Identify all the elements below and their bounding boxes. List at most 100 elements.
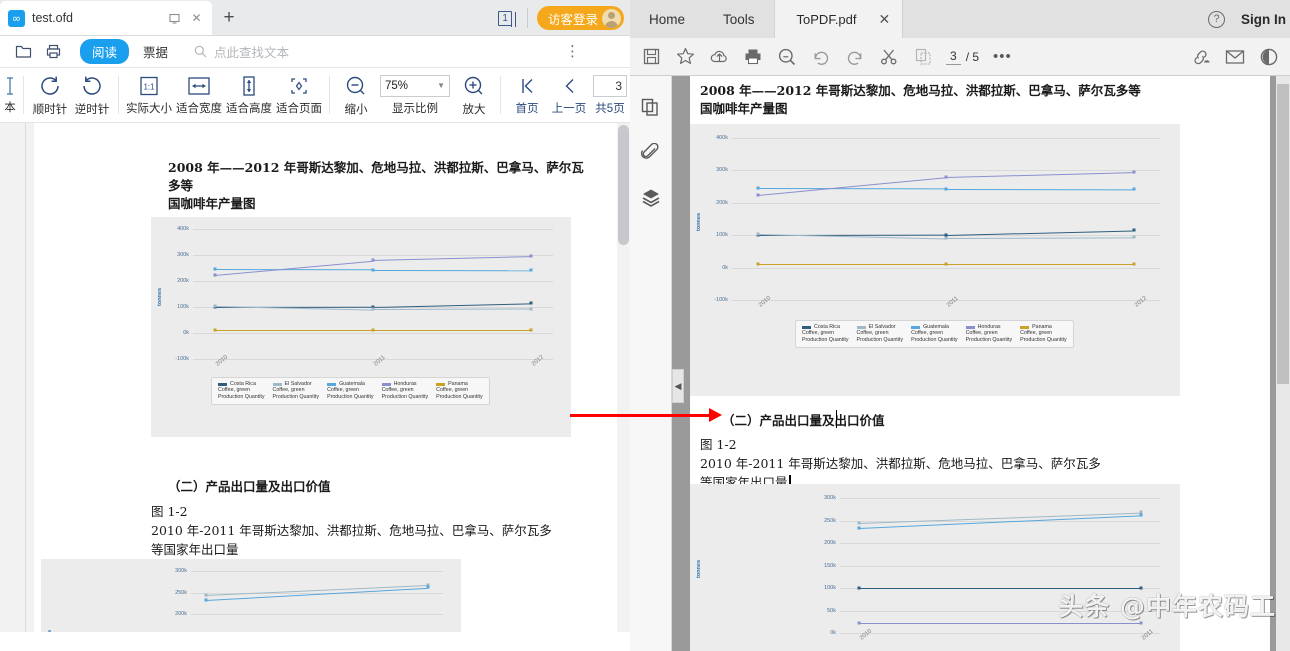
x-axis-tick: 2012 xyxy=(531,354,546,368)
new-tab-button[interactable]: + xyxy=(212,1,246,35)
ofd-document-tab[interactable]: ∞ test.ofd ✕ xyxy=(0,1,212,35)
first-page-button[interactable]: 首页 xyxy=(506,75,548,116)
x-axis-tick: 2012 xyxy=(1134,295,1149,309)
y-axis-tick: 250k xyxy=(824,517,836,524)
open-folder-icon[interactable] xyxy=(8,39,38,65)
dual-app-screenshot: ∞ test.ofd ✕ + 1 访客登录 阅读 票据 点此查找文本 ⋮ 本 顺… xyxy=(0,0,1290,651)
gridline xyxy=(191,571,443,572)
legend-item: Panama Coffee, green Production Quantity xyxy=(432,381,487,401)
y-axis-label: tonnes xyxy=(696,212,702,231)
upload-cloud-icon[interactable] xyxy=(702,42,736,72)
data-point xyxy=(1132,187,1136,191)
x-axis-tick: 2011 xyxy=(1140,628,1155,642)
page-indicator[interactable]: 3 / 5 xyxy=(946,49,979,65)
data-point xyxy=(944,236,948,240)
attachments-icon[interactable] xyxy=(640,142,660,165)
page-number-input[interactable]: 3 xyxy=(946,49,961,65)
legend-sublabel: Coffee, green xyxy=(272,387,305,393)
comment-icon[interactable] xyxy=(1252,42,1286,72)
plot-area: 400k 300k 200k 100k 0k -100k tonnes 2010 2011 201… xyxy=(151,217,571,437)
fit-height-button[interactable]: 适合高度 xyxy=(224,75,274,116)
print-icon[interactable] xyxy=(736,42,770,72)
guest-login-label: 访客登录 xyxy=(547,12,598,27)
series-line xyxy=(372,308,532,311)
legend-sublabel: Production Quantity xyxy=(327,394,374,401)
share-link-icon[interactable] xyxy=(1184,42,1218,72)
rotate-ccw-button[interactable]: 逆时针 xyxy=(71,74,113,117)
ofd-document-viewport[interactable]: 2008 年——2012 年哥斯达黎加、危地马拉、洪都拉斯、巴拿马、萨尔瓦多等 … xyxy=(0,123,630,632)
data-point xyxy=(529,254,533,258)
zoom-select-group[interactable]: 75% ▼ 显示比例 xyxy=(377,74,453,116)
page-total-label: / 5 xyxy=(965,49,980,64)
close-icon[interactable]: ✕ xyxy=(189,11,204,26)
ofd-menu-bar: 阅读 票据 点此查找文本 ⋮ xyxy=(0,36,630,68)
fit-width-button[interactable]: 适合宽度 xyxy=(174,75,224,116)
kebab-menu-icon[interactable]: ⋮ xyxy=(565,44,580,59)
fig2-caption-line2: 等国家年出口量 xyxy=(151,541,239,557)
zoom-in-button[interactable]: 放大 xyxy=(453,74,495,117)
restore-icon[interactable] xyxy=(167,11,182,26)
page-number-group[interactable]: 3 共5页 xyxy=(590,74,630,116)
rotate-cw-icon xyxy=(41,76,59,95)
legend-sublabel: Production Quantity xyxy=(911,337,958,344)
print-icon[interactable] xyxy=(38,39,68,65)
svg-text:1:1: 1:1 xyxy=(143,82,155,91)
gridline xyxy=(193,333,553,334)
tab-home[interactable]: Home xyxy=(630,0,704,38)
email-icon[interactable] xyxy=(1218,42,1252,72)
redo-icon[interactable] xyxy=(838,42,872,72)
section2-heading: （二）产品出口量及出口价值 xyxy=(168,479,331,494)
ofd-tabbar-right-cluster: 1 访客登录 xyxy=(498,3,624,33)
zoom-select[interactable]: 75% ▼ xyxy=(380,74,450,97)
scissors-icon[interactable] xyxy=(872,42,906,72)
zoom-out-button[interactable]: 缩小 xyxy=(335,74,377,117)
prev-page-label: 上一页 xyxy=(551,102,587,115)
window-count-badge[interactable]: 1 xyxy=(498,10,516,27)
scrollbar-thumb[interactable] xyxy=(618,125,629,245)
undo-icon[interactable] xyxy=(804,42,838,72)
star-icon[interactable] xyxy=(668,42,702,72)
scrollbar-thumb[interactable] xyxy=(1277,84,1289,384)
data-point xyxy=(426,585,430,589)
close-icon[interactable]: ✕ xyxy=(879,11,891,28)
vertical-scrollbar[interactable] xyxy=(617,123,630,632)
guest-login-button[interactable]: 访客登录 xyxy=(536,6,624,30)
help-circle-icon[interactable]: ? xyxy=(1208,10,1225,28)
rotate-cw-button[interactable]: 顺时针 xyxy=(29,74,71,117)
x-axis-tick: 2011 xyxy=(373,354,387,368)
acrobat-page-canvas[interactable]: ◀ 2008 年——2012 年哥斯达黎加、危地马拉、洪都拉斯、巴拿马、萨尔瓦多… xyxy=(672,76,1290,651)
fig2-caption-line1: 2010 年-2011 年哥斯达黎加、洪都拉斯、危地马拉、巴拿马、萨尔瓦多 xyxy=(700,455,1101,471)
tab-tools[interactable]: Tools xyxy=(704,0,774,38)
actual-size-button[interactable]: 1:1 实际大小 xyxy=(124,75,174,116)
sign-in-button[interactable]: Sign In xyxy=(1241,12,1286,27)
legend-item: Costa Rica Coffee, green Production Quanti… xyxy=(214,381,269,401)
legend-marker-icon xyxy=(327,382,337,386)
prev-page-button[interactable]: 上一页 xyxy=(548,75,590,116)
page-thumbnails-icon[interactable] xyxy=(641,98,660,120)
series-line xyxy=(757,263,946,265)
copy-icon[interactable] xyxy=(906,42,940,72)
zoom-search-icon[interactable] xyxy=(770,42,804,72)
page-number-input[interactable]: 3 xyxy=(593,74,627,97)
fit-page-icon xyxy=(291,77,307,94)
search-input[interactable]: 点此查找文本 xyxy=(194,42,289,61)
data-point xyxy=(944,187,948,191)
legend-sublabel: Coffee, green xyxy=(218,387,251,393)
fig1-title-line1: 2008 年——2012 年哥斯达黎加、危地马拉、洪都拉斯、巴拿马、萨尔瓦多等 xyxy=(700,83,1141,98)
text-cursor-icon[interactable]: 本 xyxy=(2,76,18,115)
mode-bill-button[interactable]: 票据 xyxy=(143,42,168,61)
vertical-scrollbar[interactable] xyxy=(1276,76,1290,651)
layers-icon[interactable] xyxy=(641,188,661,210)
mode-read-button[interactable]: 阅读 xyxy=(80,39,130,64)
fit-page-button[interactable]: 适合页面 xyxy=(274,75,324,116)
data-point xyxy=(529,307,533,311)
gridline xyxy=(732,300,1160,301)
ellipsis-icon[interactable]: ••• xyxy=(985,48,1020,65)
collapse-panel-icon[interactable]: ◀ xyxy=(672,369,684,403)
data-point xyxy=(213,304,217,308)
legend-sublabel: Production Quantity xyxy=(856,337,904,344)
save-icon[interactable] xyxy=(634,42,668,72)
tab-document[interactable]: ToPDF.pdf ✕ xyxy=(773,0,904,38)
fit-width-icon xyxy=(188,76,210,95)
rotate-ccw-label: 逆时针 xyxy=(74,103,110,116)
